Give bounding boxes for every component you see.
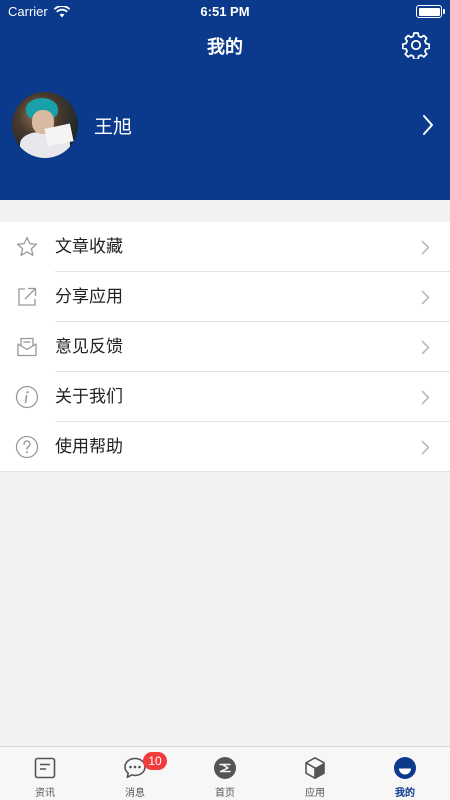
home-icon	[214, 757, 236, 779]
star-icon	[16, 236, 38, 256]
tab-label: 首页	[215, 788, 235, 799]
help-icon	[15, 435, 39, 459]
profile-icon	[394, 757, 416, 779]
tab-apps[interactable]: 应用	[270, 747, 360, 800]
menu-label: 使用帮助	[55, 437, 123, 456]
chevron-right-icon	[421, 440, 430, 455]
page-title: 我的	[207, 37, 243, 57]
news-icon	[34, 757, 56, 779]
menu-label: 关于我们	[55, 387, 123, 406]
feedback-icon	[17, 337, 37, 357]
tab-label: 我的	[395, 788, 415, 799]
share-icon	[18, 287, 37, 306]
tab-bar: 资讯 10 消息 首页 应用 我的	[0, 746, 450, 800]
tab-label: 应用	[305, 788, 325, 799]
tab-label: 资讯	[35, 788, 55, 799]
info-icon	[15, 385, 39, 409]
menu-label: 文章收藏	[55, 237, 123, 256]
header: Carrier 6:51 PM 我的 王旭	[0, 0, 450, 200]
chevron-right-icon	[421, 390, 430, 405]
tab-home[interactable]: 首页	[180, 747, 270, 800]
avatar[interactable]	[12, 92, 78, 158]
menu-label: 分享应用	[55, 287, 123, 306]
username: 王旭	[94, 116, 133, 138]
chevron-right-icon	[423, 115, 433, 135]
menu-label: 意见反馈	[55, 337, 123, 356]
tab-messages[interactable]: 10 消息	[90, 747, 180, 800]
apps-cube-icon	[305, 757, 325, 779]
tab-profile[interactable]: 我的	[360, 747, 450, 800]
settings-menu: 文章收藏 分享应用 意见反馈 关于我们 使用帮助	[0, 222, 450, 472]
menu-item-feedback[interactable]: 意见反馈	[0, 322, 450, 372]
status-bar: Carrier 6:51 PM	[0, 0, 450, 24]
chevron-right-icon	[421, 290, 430, 305]
chevron-right-icon	[421, 340, 430, 355]
menu-item-share[interactable]: 分享应用	[0, 272, 450, 322]
profile-row[interactable]: 王旭	[12, 92, 438, 158]
menu-item-help[interactable]: 使用帮助	[0, 422, 450, 472]
unread-badge: 10	[143, 752, 167, 770]
divider	[0, 471, 450, 472]
status-time: 6:51 PM	[200, 4, 250, 19]
tab-news[interactable]: 资讯	[0, 747, 90, 800]
settings-gear-icon[interactable]	[402, 31, 430, 59]
app-root: Carrier 6:51 PM 我的 王旭 文章收藏 分享应用 意见反馈 关于我…	[0, 0, 450, 800]
tab-label: 消息	[125, 788, 145, 799]
menu-item-about[interactable]: 关于我们	[0, 372, 450, 422]
menu-item-favorites[interactable]: 文章收藏	[0, 222, 450, 272]
battery-icon	[416, 5, 445, 18]
chevron-right-icon	[421, 240, 430, 255]
